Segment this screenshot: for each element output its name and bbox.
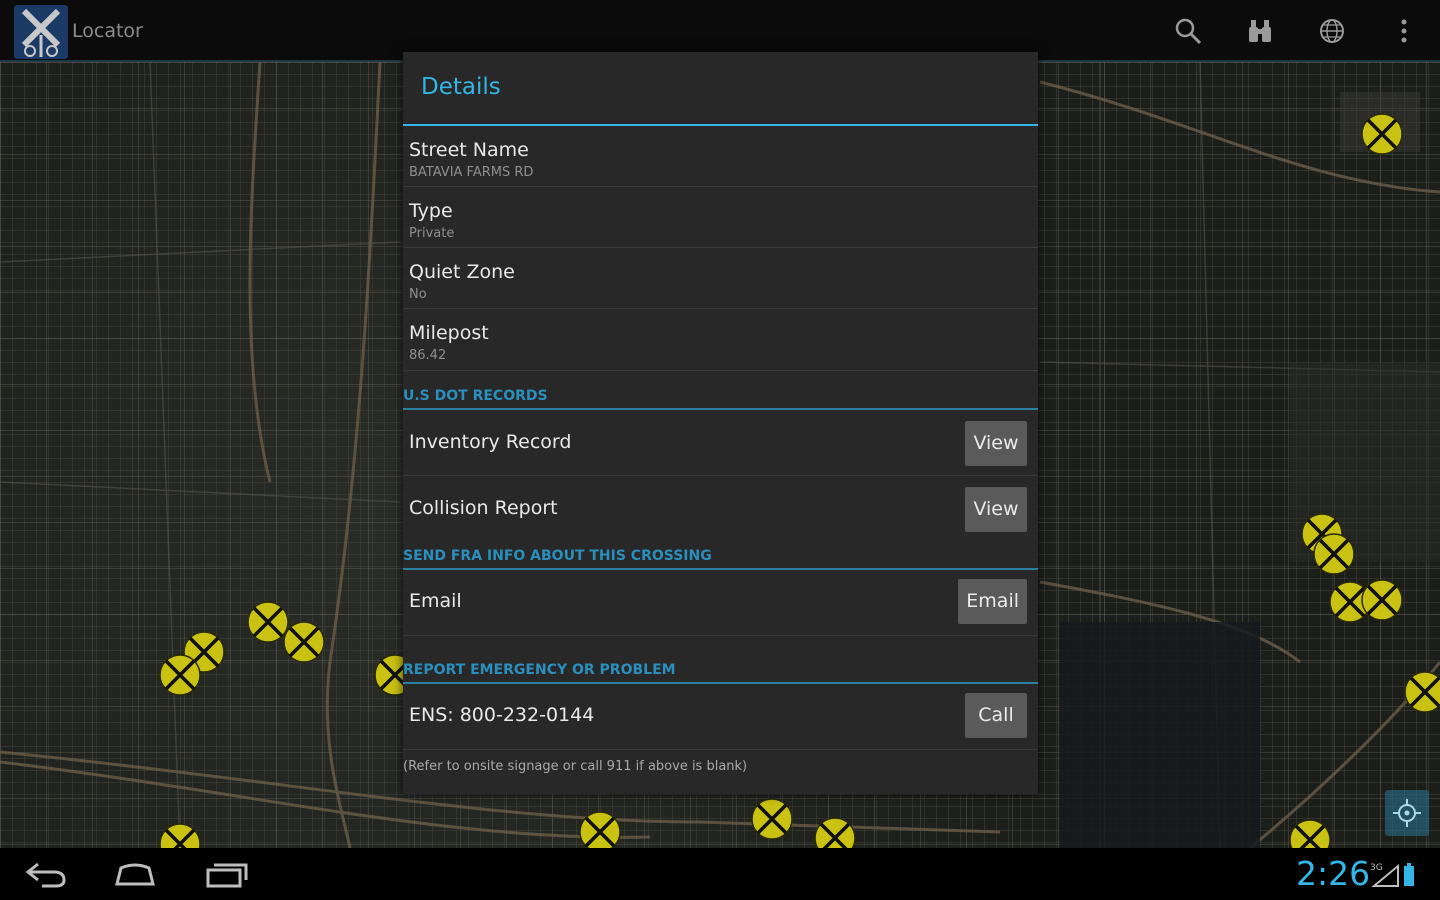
section-header-dot-records: U.S DOT RECORDS [403,371,1038,410]
railroad-crossing-marker-icon[interactable] [579,811,621,848]
railroad-crossing-marker-icon[interactable] [1361,579,1403,621]
field-label: Street Name [409,139,529,161]
call-button[interactable]: Call [965,693,1027,738]
field-label: Quiet Zone [409,261,515,283]
system-nav-bar: 2:26 3G [0,848,1440,900]
railroad-crossing-marker-icon[interactable] [283,621,325,663]
recent-apps-icon[interactable] [204,858,248,890]
detail-row-street-name: Street Name BATAVIA FARMS RD [403,126,1038,187]
back-icon[interactable] [24,858,68,890]
row-label: Collision Report [409,497,558,519]
ens-phone-label: ENS: 800-232-0144 [409,704,595,726]
section-header-send-info: SEND FRA INFO ABOUT THIS CROSSING [403,540,1038,570]
app-title: Locator [72,20,143,42]
inventory-record-row: Inventory Record View [403,410,1038,476]
view-collision-button[interactable]: View [965,487,1027,532]
home-icon[interactable] [113,858,157,890]
app-logo-icon[interactable] [14,5,68,59]
email-row: Email Email [403,570,1038,636]
emergency-note: (Refer to onsite signage or call 911 if … [403,759,748,774]
row-label: Email [409,590,462,612]
section-title: U.S DOT RECORDS [403,388,548,404]
field-value: Private [409,226,455,241]
field-value: BATAVIA FARMS RD [409,165,534,180]
view-inventory-button[interactable]: View [965,421,1027,466]
dialog-header: Details [403,52,1038,126]
details-dialog: Details Street Name BATAVIA FARMS RD Typ… [403,52,1038,794]
collision-report-row: Collision Report View [403,476,1038,542]
email-button[interactable]: Email [958,579,1027,624]
section-title: REPORT EMERGENCY OR PROBLEM [403,662,676,678]
field-value: No [409,287,427,302]
railroad-crossing-marker-icon[interactable] [1289,819,1331,848]
railroad-crossing-marker-icon[interactable] [1404,671,1440,713]
railroad-crossing-marker-icon[interactable] [159,823,201,848]
detail-row-milepost: Milepost 86.42 [403,309,1038,371]
crosshair-icon [1393,799,1421,827]
section-title: SEND FRA INFO ABOUT THIS CROSSING [403,548,712,564]
railroad-crossing-marker-icon[interactable] [1313,533,1355,575]
field-label: Type [409,200,453,222]
detail-row-type: Type Private [403,187,1038,248]
railroad-crossing-marker-icon[interactable] [751,798,793,840]
globe-icon[interactable] [1318,17,1346,45]
row-label: Inventory Record [409,431,572,453]
detail-row-quiet-zone: Quiet Zone No [403,248,1038,309]
overflow-menu-icon[interactable] [1392,17,1420,45]
field-value: 86.42 [409,348,447,363]
binoculars-icon[interactable] [1246,17,1274,45]
svg-text:3G: 3G [1370,863,1383,873]
my-location-button[interactable] [1385,790,1429,836]
signal-battery-icon: 3G [1370,860,1430,888]
status-clock: 2:26 [1296,854,1371,893]
search-icon[interactable] [1174,17,1202,45]
railroad-crossing-marker-icon[interactable] [1361,113,1403,155]
railroad-crossing-marker-icon[interactable] [159,654,201,696]
railroad-crossing-marker-icon[interactable] [814,817,856,848]
section-header-report: REPORT EMERGENCY OR PROBLEM [403,636,1038,684]
dialog-title: Details [421,74,501,100]
railroad-crossing-marker-icon[interactable] [247,601,289,643]
field-label: Milepost [409,322,489,344]
ens-row: ENS: 800-232-0144 Call [403,684,1038,750]
